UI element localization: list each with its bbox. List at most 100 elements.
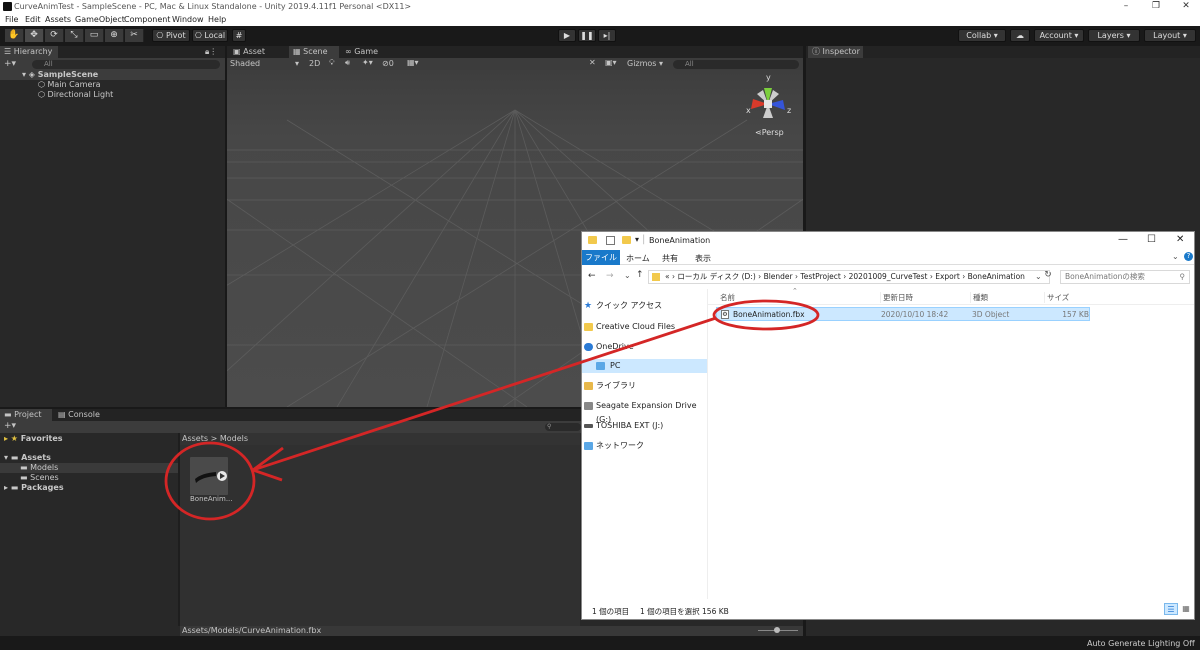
hidden-objects-toggle[interactable]: ⊘0 <box>382 59 394 68</box>
effects-toggle-icon[interactable]: ✦▾ <box>362 58 373 67</box>
tab-inspector[interactable]: ⓘ Inspector <box>808 46 863 58</box>
explorer-maximize-icon[interactable]: ☐ <box>1147 234 1156 245</box>
pivot-toggle[interactable]: ⎔ Pivot <box>152 29 190 42</box>
path-segment[interactable]: ローカル ディスク (D:) <box>677 272 755 281</box>
recent-dropdown-icon[interactable]: ⌄ <box>624 271 631 280</box>
tree-packages[interactable]: ▸ ▬ Packages <box>0 483 64 493</box>
nav-network[interactable]: ネットワーク <box>584 439 644 453</box>
project-search-input[interactable]: ⚲ <box>545 423 581 431</box>
tab-game[interactable]: ∞ Game <box>341 46 391 58</box>
tab-hierarchy[interactable]: ☰ Hierarchy <box>0 46 58 58</box>
explorer-minimize-icon[interactable]: — <box>1118 234 1128 245</box>
column-type[interactable]: 種類 <box>970 292 988 303</box>
camera-settings-icon[interactable]: ▣▾ <box>605 58 617 67</box>
tree-favorites[interactable]: ▸ ★ Favorites <box>0 434 63 444</box>
column-name[interactable]: 名前 <box>720 292 735 303</box>
custom-tool-icon[interactable]: ✂ <box>125 29 144 42</box>
nav-quick-access[interactable]: ★ クイック アクセス <box>584 299 662 313</box>
path-overflow[interactable]: « <box>665 272 670 281</box>
nav-creative-cloud[interactable]: Creative Cloud Files <box>584 320 675 334</box>
collab-button[interactable]: Collab ▾ <box>958 29 1006 42</box>
rotate-tool-icon[interactable]: ⟳ <box>45 29 64 42</box>
nav-toshiba[interactable]: TOSHIBA EXT (J:) <box>584 419 663 433</box>
ribbon-tab-share[interactable]: 共有 <box>662 253 678 264</box>
path-segment[interactable]: 20201009_CurveTest <box>849 272 928 281</box>
tab-project[interactable]: ▬ Project <box>0 409 52 421</box>
explorer-search-input[interactable]: BoneAnimationの検索 ⚲ <box>1060 270 1190 284</box>
menu-gameobject[interactable]: GameObject <box>75 15 125 24</box>
tab-asset-store[interactable]: ▣ Asset Store <box>229 46 287 68</box>
scale-tool-icon[interactable]: ⤡ <box>65 29 84 42</box>
nav-onedrive[interactable]: OneDrive <box>584 340 634 354</box>
asset-breadcrumb[interactable]: Assets > Models <box>180 433 580 445</box>
zoom-slider-handle[interactable] <box>774 627 780 633</box>
asset-thumbnail[interactable] <box>190 457 228 495</box>
properties-icon[interactable] <box>606 236 615 245</box>
nav-pc[interactable]: PC <box>582 359 707 373</box>
forward-arrow-icon[interactable]: → <box>606 271 614 281</box>
shading-mode-dropdown[interactable]: Shaded <box>230 59 260 68</box>
column-date[interactable]: 更新日時 <box>880 292 913 303</box>
path-segment[interactable]: TestProject <box>800 272 840 281</box>
refresh-icon[interactable]: ↻ <box>1042 270 1054 284</box>
close-icon[interactable]: ✕ <box>1171 0 1200 14</box>
tree-assets[interactable]: ▾ ▬ Assets <box>0 453 51 463</box>
local-toggle[interactable]: ⎔ Local <box>192 29 228 42</box>
grid-toggle-icon[interactable]: ▦▾ <box>407 58 419 67</box>
tree-scenes[interactable]: ▬ Scenes <box>0 473 59 483</box>
nav-seagate[interactable]: Seagate Expansion Drive (G:) <box>584 399 707 424</box>
ribbon-tab-file[interactable]: ファイル <box>582 250 620 265</box>
address-dropdown-icon[interactable]: ⌄ <box>1035 271 1042 283</box>
create-plus-icon[interactable]: +▾ <box>4 421 16 431</box>
transform-tool-icon[interactable]: ⊕ <box>105 29 124 42</box>
path-segment[interactable]: Export <box>935 272 960 281</box>
menu-help[interactable]: Help <box>208 15 226 24</box>
tab-console[interactable]: ▤ Console <box>54 409 104 421</box>
maximize-icon[interactable]: ❐ <box>1141 0 1171 14</box>
menu-component[interactable]: Component <box>124 15 170 24</box>
persp-label[interactable]: ⋖Persp <box>755 128 784 137</box>
menu-assets[interactable]: Assets <box>45 15 71 24</box>
move-tool-icon[interactable]: ✥ <box>25 29 44 42</box>
hierarchy-item-main-camera[interactable]: ⬡ Main Camera <box>0 80 101 90</box>
scene-row[interactable]: ▾ ◈ SampleScene <box>0 70 225 80</box>
tools-icon[interactable]: ✕ <box>589 58 596 67</box>
large-icons-view-icon[interactable]: ▦ <box>1180 603 1192 615</box>
orientation-gizmo-icon[interactable] <box>737 74 797 132</box>
ribbon-expand-icon[interactable]: ⌄ <box>1172 252 1179 261</box>
lock-icon[interactable]: 🔒︎⋮ <box>205 47 217 57</box>
minimize-icon[interactable]: – <box>1111 0 1141 14</box>
qat-dropdown-icon[interactable]: ▾ <box>635 235 639 244</box>
tree-models[interactable]: ▬ Models <box>0 463 178 473</box>
up-arrow-icon[interactable]: ↑ <box>636 270 644 280</box>
cloud-icon[interactable]: ☁ <box>1010 29 1030 42</box>
path-segment[interactable]: Blender <box>764 272 793 281</box>
explorer-close-icon[interactable]: ✕ <box>1176 234 1184 245</box>
snap-icon[interactable]: # <box>232 29 246 42</box>
help-icon[interactable]: ? <box>1184 252 1193 261</box>
hierarchy-search-input[interactable]: All <box>32 60 220 69</box>
path-segment[interactable]: BoneAnimation <box>968 272 1025 281</box>
layout-dropdown[interactable]: Layout ▾ <box>1144 29 1196 42</box>
audio-toggle-icon[interactable]: 🔊︎ <box>345 58 350 68</box>
details-view-icon[interactable]: ☰ <box>1164 603 1178 615</box>
pause-button[interactable]: ❚❚ <box>578 29 596 42</box>
tab-scene[interactable]: ▦ Scene <box>289 46 339 58</box>
column-size[interactable]: サイズ <box>1044 292 1069 303</box>
layers-dropdown[interactable]: Layers ▾ <box>1088 29 1140 42</box>
hand-tool-icon[interactable]: ✋ <box>5 29 24 42</box>
lighting-toggle-icon[interactable]: 💡︎ <box>329 58 335 68</box>
lighting-status[interactable]: Auto Generate Lighting Off <box>1087 639 1195 648</box>
play-button[interactable]: ▶ <box>558 29 576 42</box>
account-dropdown[interactable]: Account ▾ <box>1034 29 1084 42</box>
nav-libraries[interactable]: ライブラリ <box>584 379 636 393</box>
gizmos-dropdown[interactable]: Gizmos ▾ <box>627 59 663 68</box>
back-arrow-icon[interactable]: ← <box>588 271 596 281</box>
create-plus-icon[interactable]: +▾ <box>4 59 16 69</box>
rect-tool-icon[interactable]: ▭ <box>85 29 104 42</box>
new-folder-icon[interactable] <box>622 236 631 244</box>
scene-search-input[interactable]: All <box>673 60 799 69</box>
step-button[interactable]: ▸| <box>598 29 616 42</box>
menu-edit[interactable]: Edit <box>25 15 41 24</box>
address-bar[interactable]: « › ローカル ディスク (D:) › Blender › TestProje… <box>648 270 1050 284</box>
